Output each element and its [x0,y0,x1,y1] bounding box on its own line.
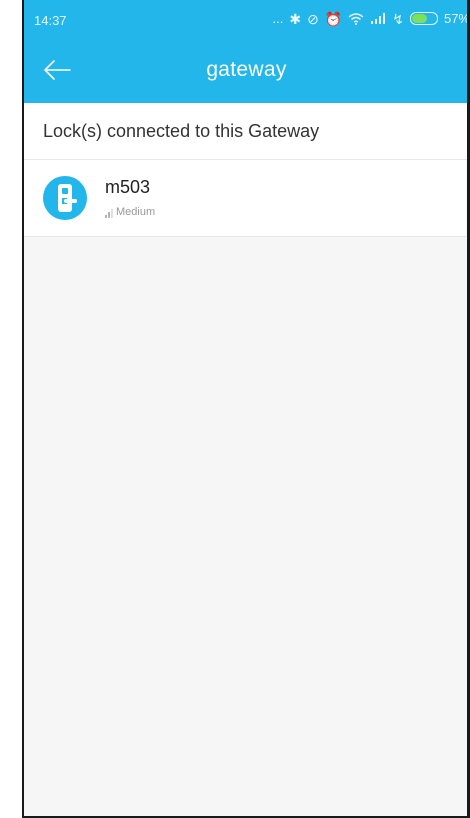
device-frame-left [22,0,24,818]
section-title: Lock(s) connected to this Gateway [43,121,320,141]
door-lock-icon [43,176,87,220]
charging-icon: ↯ [392,10,404,27]
page-title: gateway [206,58,287,81]
phone-screen: 14:37 ... ✱ ⊘ ⏰ ↯ 57% gateway Lock(s) co… [23,0,470,818]
wifi-icon [348,12,364,25]
lock-list-item[interactable]: m503 Medium [23,160,466,237]
lock-name: m503 [105,177,151,197]
signal-strength-icon [105,209,113,218]
status-icons: ... ✱ ⊘ ⏰ ↯ 57% [272,11,470,26]
do-not-disturb-icon: ⊘ [307,10,319,27]
battery-level [411,14,427,23]
lock-signal: Medium [105,206,155,218]
top-bar: 14:37 ... ✱ ⊘ ⏰ ↯ 57% gateway [23,0,470,103]
status-time: 14:37 [34,13,67,28]
more-notifications-icon: ... [272,11,284,26]
battery-icon [409,12,438,25]
lock-signal-label: Medium [116,206,156,218]
section-header: Lock(s) connected to this Gateway [23,103,470,160]
cell-signal-icon [371,12,386,24]
status-bar: 14:37 ... ✱ ⊘ ⏰ ↯ 57% [23,0,470,40]
bluetooth-icon: ✱ [289,10,302,27]
app-bar: gateway [23,40,470,103]
alarm-icon: ⏰ [324,10,343,27]
